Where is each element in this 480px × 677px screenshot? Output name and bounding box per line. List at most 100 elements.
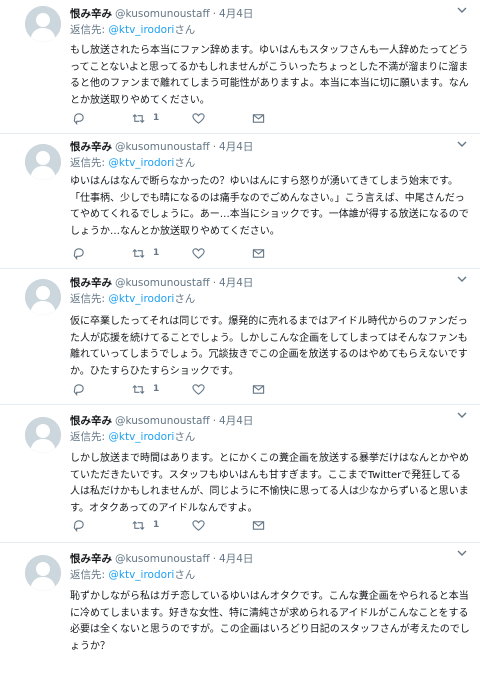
reply-mention-link[interactable]: @ktv_irodori (108, 569, 174, 581)
reply-suffix: さん (174, 569, 196, 581)
reply-icon (73, 247, 84, 260)
envelope-icon (252, 520, 265, 530)
tweet-header: 恨み辛み @kusomunoustaff · 4月4日 (70, 551, 470, 567)
tweet-actions: 1 (72, 110, 312, 126)
direct-message-button[interactable] (252, 112, 312, 125)
reply-mention-link[interactable]: @ktv_irodori (108, 293, 174, 305)
avatar[interactable] (25, 279, 61, 315)
reply-context: 返信先: @ktv_irodoriさん (70, 567, 470, 583)
timestamp[interactable]: 4月4日 (219, 413, 253, 428)
retweet-count: 1 (153, 113, 160, 123)
chevron-down-icon[interactable] (456, 138, 468, 150)
avatar[interactable] (25, 555, 61, 591)
retweet-count: 1 (153, 384, 160, 394)
like-button[interactable] (192, 112, 252, 125)
reply-context: 返信先: @ktv_irodoriさん (70, 291, 470, 307)
default-profile-icon (25, 144, 61, 180)
separator-dot: · (212, 141, 217, 153)
reply-prefix: 返信先: (70, 569, 109, 581)
timestamp[interactable]: 4月4日 (219, 551, 253, 566)
timestamp[interactable]: 4月4日 (219, 6, 253, 21)
retweet-button[interactable]: 1 (132, 519, 192, 532)
default-profile-icon (25, 555, 61, 591)
default-profile-icon (25, 6, 61, 42)
reply-button[interactable] (72, 112, 132, 125)
reply-suffix: さん (174, 431, 196, 443)
reply-button[interactable] (72, 383, 132, 396)
tweet-actions: 1 (72, 381, 312, 397)
chevron-down-icon[interactable] (456, 547, 468, 559)
retweet-button[interactable]: 1 (132, 112, 192, 125)
reply-context: 返信先: @ktv_irodoriさん (70, 429, 470, 445)
timeline: 恨み辛み @kusomunoustaff · 4月4日 返信先: @ktv_ir… (0, 0, 480, 677)
retweet-button[interactable]: 1 (132, 247, 192, 260)
tweet-text: もし放送されたら本当にファン辞めます。ゆいはんもスタッフさんも一人辞めたってどう… (70, 45, 469, 106)
retweet-count: 1 (153, 520, 160, 530)
username[interactable]: @kusomunoustaff (115, 8, 210, 20)
like-button[interactable] (192, 383, 252, 396)
username[interactable]: @kusomunoustaff (115, 141, 210, 153)
reply-prefix: 返信先: (70, 431, 109, 443)
retweet-icon (132, 113, 145, 123)
envelope-icon (252, 384, 265, 394)
tweet[interactable]: 恨み辛み @kusomunoustaff · 4月4日 返信先: @ktv_ir… (0, 543, 480, 677)
retweet-icon (132, 520, 145, 530)
tweet[interactable]: 恨み辛み @kusomunoustaff · 4月4日 返信先: @ktv_ir… (0, 405, 480, 543)
display-name[interactable]: 恨み辛み (70, 6, 112, 21)
tweet-text: しかし放送まで時間はあります。とにかくこの糞企画を放送する暴挙だけはなんとかやめ… (70, 453, 469, 514)
envelope-icon (252, 248, 265, 258)
default-profile-icon (25, 279, 61, 315)
default-profile-icon (25, 417, 61, 453)
chevron-down-icon[interactable] (456, 273, 468, 285)
retweet-button[interactable]: 1 (132, 383, 192, 396)
tweet-text: ゆいはんはなんで断らなかったの？ゆいはんにすら怒りが湧いてきてしまう始末です。「… (70, 176, 469, 237)
timestamp[interactable]: 4月4日 (219, 139, 253, 154)
reply-context: 返信先: @ktv_irodoriさん (70, 155, 470, 171)
reply-mention-link[interactable]: @ktv_irodori (108, 157, 174, 169)
heart-icon (192, 247, 205, 259)
direct-message-button[interactable] (252, 383, 312, 396)
display-name[interactable]: 恨み辛み (70, 551, 112, 566)
reply-context: 返信先: @ktv_irodoriさん (70, 22, 470, 38)
reply-suffix: さん (174, 293, 196, 305)
reply-suffix: さん (174, 157, 196, 169)
timestamp[interactable]: 4月4日 (219, 275, 253, 290)
like-button[interactable] (192, 519, 252, 532)
tweet-header: 恨み辛み @kusomunoustaff · 4月4日 (70, 413, 470, 429)
retweet-icon (132, 248, 145, 258)
display-name[interactable]: 恨み辛み (70, 413, 112, 428)
username[interactable]: @kusomunoustaff (115, 553, 210, 565)
like-button[interactable] (192, 247, 252, 260)
reply-prefix: 返信先: (70, 157, 109, 169)
chevron-down-icon[interactable] (456, 409, 468, 421)
reply-icon (73, 519, 84, 532)
username[interactable]: @kusomunoustaff (115, 277, 210, 289)
reply-prefix: 返信先: (70, 293, 109, 305)
envelope-icon (252, 113, 265, 123)
separator-dot: · (212, 277, 217, 289)
tweet-actions: 1 (72, 517, 312, 533)
username[interactable]: @kusomunoustaff (115, 415, 210, 427)
tweet-text: 恥ずかしながら私はガチ恋しているゆいはんオタクです。こんな糞企画をやられると本当… (70, 591, 470, 652)
direct-message-button[interactable] (252, 519, 312, 532)
display-name[interactable]: 恨み辛み (70, 139, 112, 154)
tweet[interactable]: 恨み辛み @kusomunoustaff · 4月4日 返信先: @ktv_ir… (0, 0, 480, 134)
reply-suffix: さん (174, 24, 196, 36)
reply-mention-link[interactable]: @ktv_irodori (108, 24, 174, 36)
separator-dot: · (212, 415, 217, 427)
avatar[interactable] (25, 144, 61, 180)
reply-button[interactable] (72, 247, 132, 260)
tweet[interactable]: 恨み辛み @kusomunoustaff · 4月4日 返信先: @ktv_ir… (0, 269, 480, 405)
reply-icon (73, 383, 84, 396)
tweet[interactable]: 恨み辛み @kusomunoustaff · 4月4日 返信先: @ktv_ir… (0, 134, 480, 269)
heart-icon (192, 112, 205, 124)
reply-mention-link[interactable]: @ktv_irodori (108, 431, 174, 443)
reply-button[interactable] (72, 519, 132, 532)
display-name[interactable]: 恨み辛み (70, 275, 112, 290)
chevron-down-icon[interactable] (456, 4, 468, 16)
avatar[interactable] (25, 6, 61, 42)
direct-message-button[interactable] (252, 247, 312, 260)
retweet-icon (132, 384, 145, 394)
avatar[interactable] (25, 417, 61, 453)
heart-icon (192, 383, 205, 395)
